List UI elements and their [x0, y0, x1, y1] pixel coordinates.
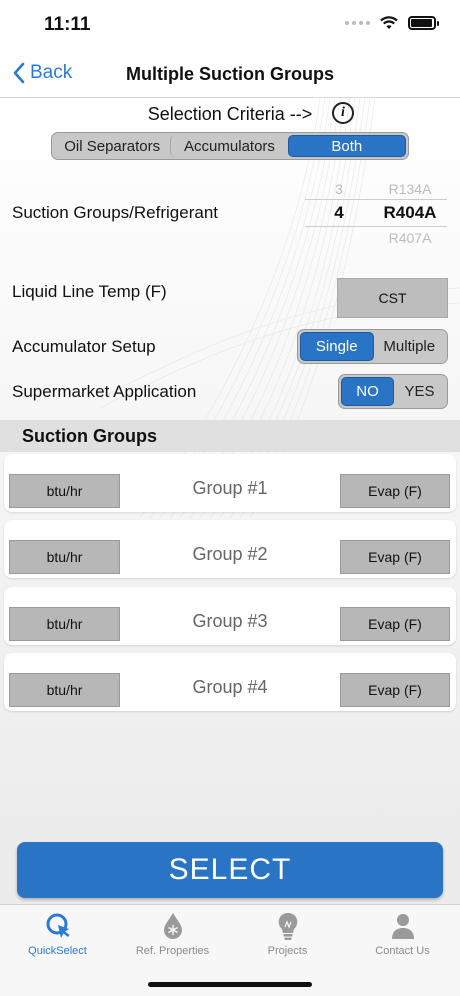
- suction-groups-section-header: Suction Groups: [0, 420, 460, 452]
- supermarket-application-control: NO YES: [338, 374, 448, 409]
- lightbulb-icon: [278, 912, 297, 940]
- select-button[interactable]: SELECT: [17, 842, 443, 898]
- group-evap-button[interactable]: Evap (F): [340, 673, 450, 707]
- group-load-button[interactable]: btu/hr: [9, 607, 120, 641]
- supermarket-option-no[interactable]: NO: [341, 377, 394, 406]
- picker-refrigerant-next: R407A: [388, 229, 432, 246]
- accumulator-setup-label: Accumulator Setup: [12, 337, 156, 356]
- supermarket-application-label: Supermarket Application: [12, 382, 197, 401]
- suction-refrigerant-picker[interactable]: 3 R134A 4 R404A R407A: [305, 178, 447, 246]
- page-title: Multiple Suction Groups: [126, 64, 334, 84]
- liquid-line-temp-label: Liquid Line Temp (F): [12, 282, 167, 301]
- signal-icon: [345, 21, 370, 25]
- group-name: Group #4: [192, 677, 268, 697]
- tab-contact-us[interactable]: Contact Us: [345, 911, 460, 957]
- tab-label: QuickSelect: [28, 945, 87, 957]
- group-card: btu/hr Group #4 Evap (F): [4, 653, 456, 711]
- selection-criteria-label: Selection Criteria -->: [147, 104, 313, 124]
- tab-label: Ref. Properties: [135, 945, 210, 957]
- picker-count-prev: 3: [335, 180, 343, 197]
- accumulator-option-single[interactable]: Single: [300, 332, 374, 361]
- info-icon[interactable]: i: [332, 102, 354, 124]
- criteria-segmented-control: Oil Separators Accumulators Both: [51, 132, 409, 160]
- main-content: Selection Criteria --> i Oil Separators …: [0, 98, 460, 838]
- action-area: SELECT: [0, 838, 460, 904]
- tab-quickselect[interactable]: QuickSelect: [0, 911, 115, 957]
- group-name: Group #1: [192, 478, 268, 498]
- person-icon: [391, 914, 414, 939]
- group-card: btu/hr Group #2 Evap (F): [4, 520, 456, 578]
- group-load-button[interactable]: btu/hr: [9, 474, 120, 508]
- quickselect-icon: [46, 913, 69, 938]
- wifi-icon: [380, 16, 398, 29]
- supermarket-option-yes[interactable]: YES: [394, 377, 445, 406]
- picker-refrigerant-prev: R134A: [388, 180, 432, 197]
- group-name: Group #2: [192, 544, 268, 564]
- tab-ref-properties[interactable]: Ref. Properties: [115, 911, 230, 957]
- tab-projects[interactable]: Projects: [230, 911, 345, 957]
- tab-bar: QuickSelect Ref. Properties Projects Con…: [0, 904, 460, 996]
- accumulator-setup-control: Single Multiple: [297, 329, 448, 364]
- group-evap-button[interactable]: Evap (F): [340, 607, 450, 641]
- liquid-line-temp-button[interactable]: CST: [337, 278, 448, 318]
- nav-bar: Back Multiple Suction Groups: [0, 50, 460, 98]
- group-card: btu/hr Group #3 Evap (F): [4, 587, 456, 645]
- criteria-option-both[interactable]: Both: [287, 135, 406, 157]
- accumulator-option-multiple[interactable]: Multiple: [374, 332, 446, 361]
- home-indicator[interactable]: [148, 982, 312, 987]
- tab-label: Contact Us: [375, 945, 430, 957]
- snowflake-drop-icon: [163, 913, 182, 939]
- suction-groups-label: Suction Groups/Refrigerant: [12, 203, 218, 222]
- criteria-option-accumulators[interactable]: Accumulators: [170, 135, 287, 157]
- group-card: btu/hr Group #1 Evap (F): [4, 454, 456, 512]
- group-evap-button[interactable]: Evap (F): [340, 540, 450, 574]
- group-load-button[interactable]: btu/hr: [9, 673, 120, 707]
- group-name: Group #3: [192, 611, 268, 631]
- status-bar: 11:11: [0, 0, 460, 50]
- status-time: 11:11: [44, 14, 91, 35]
- group-evap-button[interactable]: Evap (F): [340, 474, 450, 508]
- tab-label: Projects: [267, 945, 308, 957]
- battery-icon: [408, 16, 439, 30]
- picker-refrigerant-selected: R404A: [383, 203, 437, 222]
- criteria-option-oil-separators[interactable]: Oil Separators: [54, 135, 170, 157]
- status-icons: [345, 16, 439, 30]
- group-load-button[interactable]: btu/hr: [9, 540, 120, 574]
- picker-count-selected: 4: [334, 203, 344, 222]
